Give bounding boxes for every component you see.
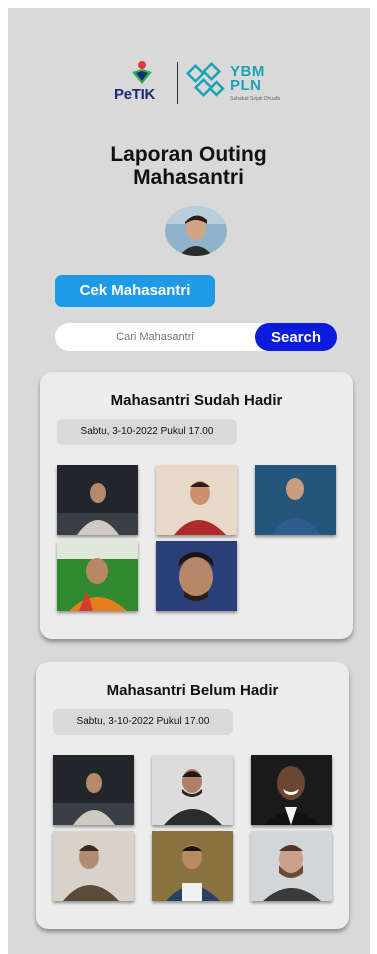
avatar-photo [165,206,227,256]
logo-bar: PeTIK YBM PLN Sahabat Sejati Dhuafa [112,58,282,108]
ybm-logo-text: YBM PLN [230,63,265,94]
absent-student-photo-5[interactable] [152,831,233,901]
present-card-title: Mahasantri Sudah Hadir [110,392,283,409]
search-button[interactable]: Search [255,323,337,351]
absent-student-photo-6[interactable] [251,831,332,901]
absent-student-photo-1[interactable] [53,755,134,825]
present-card: Mahasantri Sudah Hadir Sabtu, 3-10-2022 … [40,372,353,639]
absent-date-badge: Sabtu, 3-10-2022 Pukul 17.00 [53,709,233,735]
absent-card-title: Mahasantri Belum Hadir [106,682,279,699]
search-input[interactable] [55,323,255,351]
search-bar: Search [55,323,337,351]
absent-student-photo-3[interactable] [251,755,332,825]
absent-student-photo-2[interactable] [152,755,233,825]
present-student-photo-1[interactable] [57,465,138,535]
present-student-photo-2[interactable] [156,465,237,535]
petik-logo-text: PeTIK [114,86,156,103]
cek-mahasantri-button[interactable]: Cek Mahasantri [55,275,215,307]
user-avatar[interactable] [165,206,227,256]
logo-divider [177,62,178,104]
present-student-photo-4[interactable] [57,541,138,611]
ybm-mark-icon [185,62,225,98]
petik-logo: PeTIK [112,58,170,108]
ybm-pln-logo: YBM PLN Sahabat Sejati Dhuafa [184,62,284,106]
petik-figure-icon [132,61,152,84]
ybm-logo-tagline: Sahabat Sejati Dhuafa [230,96,281,102]
present-student-photo-5[interactable] [156,541,237,611]
present-student-photo-3[interactable] [255,465,336,535]
absent-student-photo-4[interactable] [53,831,134,901]
page-title: Laporan Outing Mahasantri [110,143,267,189]
absent-card: Mahasantri Belum Hadir Sabtu, 3-10-2022 … [36,662,349,929]
present-date-badge: Sabtu, 3-10-2022 Pukul 17.00 [57,419,237,445]
